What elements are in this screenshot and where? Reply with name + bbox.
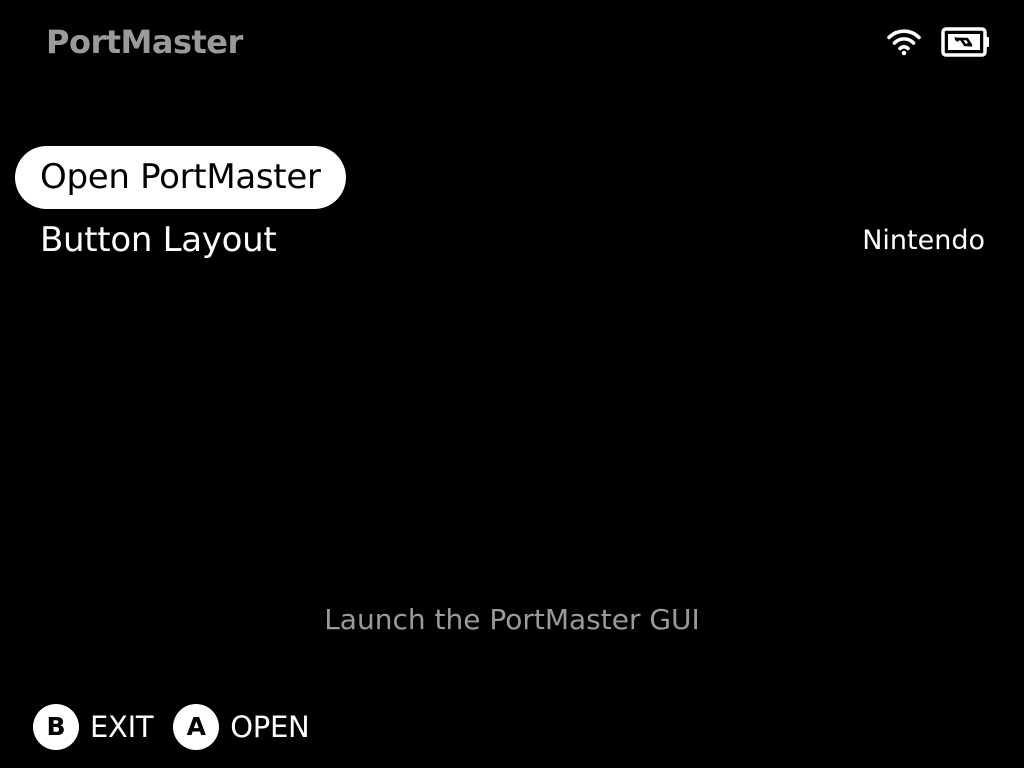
wifi-icon [887,29,921,56]
hint-label: EXIT [90,710,154,744]
item-description: Launch the PortMaster GUI [324,603,700,636]
settings-menu: Open PortMaster Button Layout Nintendo [15,146,985,272]
hint-exit[interactable]: B EXIT [33,704,154,750]
app-title: PortMaster [46,23,243,61]
menu-item-button-layout[interactable]: Button Layout Nintendo [15,209,985,272]
button-hint-bar: B EXIT A OPEN [33,704,329,750]
menu-item-open-portmaster[interactable]: Open PortMaster [15,146,985,209]
status-bar [887,26,991,58]
hint-open[interactable]: A OPEN [173,704,310,750]
battery-charging-icon [941,27,989,57]
a-button-icon: A [173,704,220,750]
screen: PortMaster Open PortMaster Button Layout… [0,0,1024,768]
hint-label: OPEN [230,710,310,744]
menu-item-label: Open PortMaster [15,146,346,209]
b-button-icon: B [33,704,79,750]
menu-item-value: Nintendo [862,225,985,256]
menu-item-label: Button Layout [40,220,277,260]
